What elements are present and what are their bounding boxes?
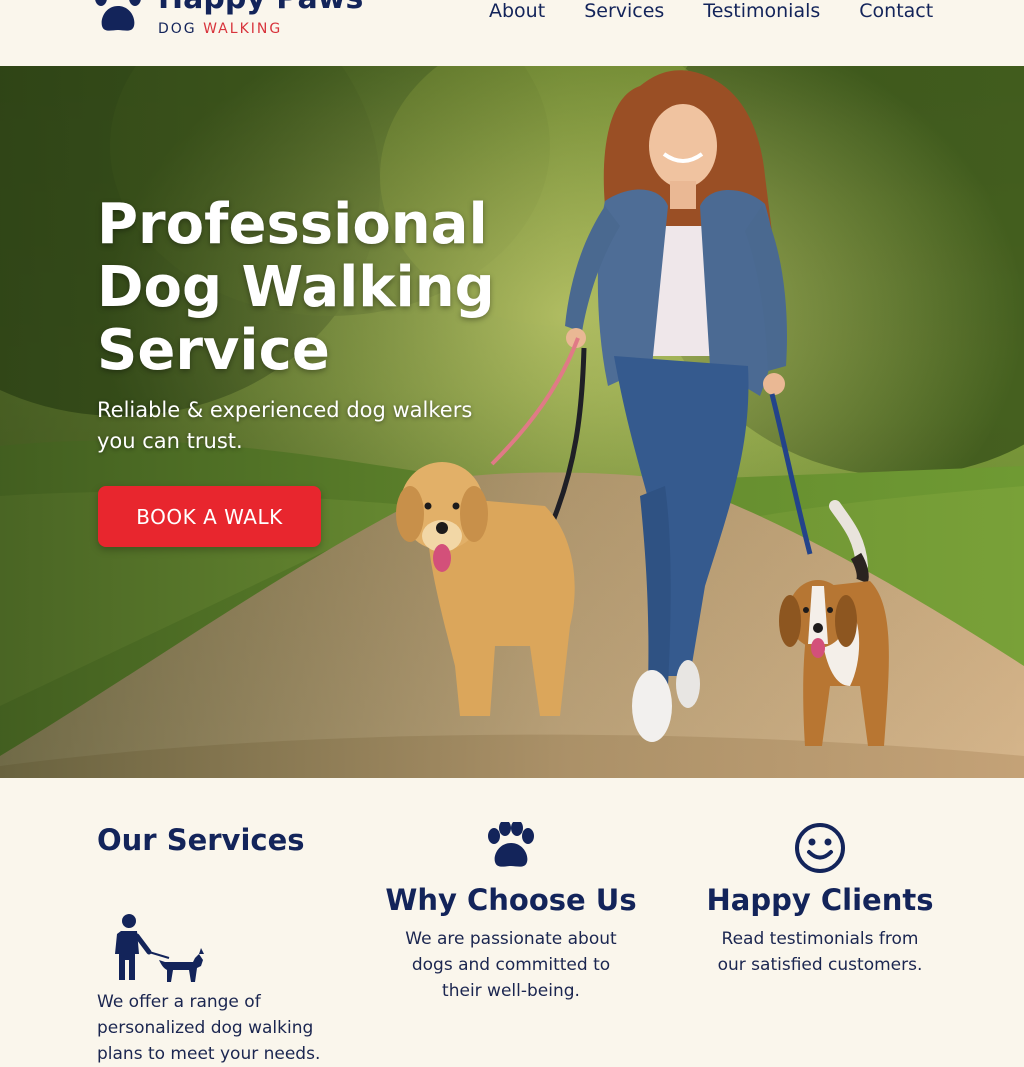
nav-link-testimonials[interactable]: Testimonials	[703, 0, 820, 26]
brand-tagline: DOG WALKING	[158, 21, 282, 37]
feature-text-happy: Read testimonials from our satisfied cus…	[717, 929, 923, 975]
paw-icon	[95, 0, 141, 31]
brand-name: Happy Paws	[158, 0, 363, 16]
hero-subtitle: Reliable & experienced dog walkers you c…	[97, 398, 473, 453]
nav-link-contact[interactable]: Contact	[859, 0, 933, 26]
feature-text-services: We offer a range of personalized dog wal…	[97, 992, 321, 1064]
feature-why-choose-us: Why Choose Us We are passionate about do…	[381, 822, 641, 1004]
dog-walker-icon	[115, 914, 204, 982]
feature-icon-wrap-why	[381, 822, 641, 878]
feature-icon-wrap-happy	[690, 822, 950, 878]
feature-title-why: Why Choose Us	[385, 883, 637, 917]
main-nav: About Services Testimonials Contact	[489, 0, 933, 26]
book-a-walk-button[interactable]: BOOK A WALK	[98, 486, 321, 547]
smiley-icon	[795, 823, 845, 873]
hero-title: Professional Dog Walking Service	[97, 192, 495, 383]
feature-happy-clients: Happy Clients Read testimonials from our…	[690, 822, 950, 978]
paw-icon	[488, 822, 534, 867]
brand-tagline-walking: WALKING	[203, 21, 283, 37]
brand-tagline-dog: DOG	[158, 21, 204, 37]
nav-link-about[interactable]: About	[489, 0, 545, 26]
feature-title-services: Our Services	[97, 823, 305, 857]
feature-text-why: We are passionate about dogs and committ…	[405, 929, 617, 1001]
features-section: Our Services We offer a range of persona…	[0, 778, 1024, 1064]
nav-link-services[interactable]: Services	[584, 0, 664, 26]
feature-our-services: Our Services We offer a range of persona…	[97, 822, 347, 1064]
hero-section: Professional Dog Walking Service Reliabl…	[0, 66, 1024, 778]
feature-title-happy: Happy Clients	[706, 883, 934, 917]
site-header: Happy Paws DOG WALKING About Services Te…	[0, 0, 1024, 66]
